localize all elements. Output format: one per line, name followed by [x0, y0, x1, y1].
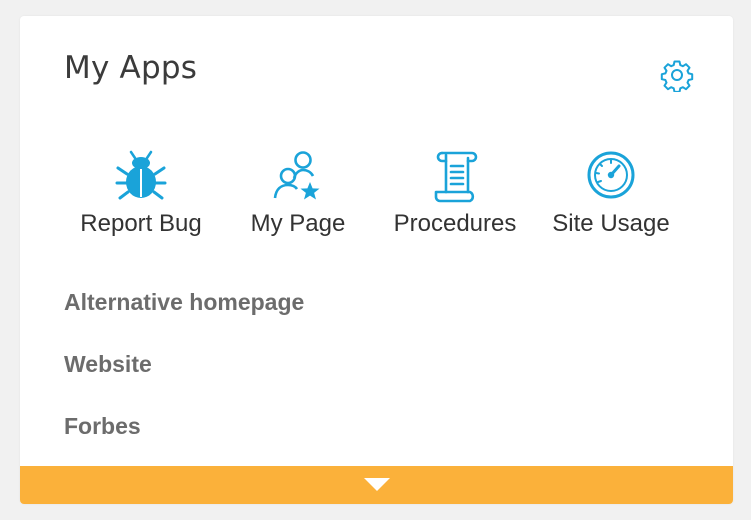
app-tile-procedures[interactable]: Procedures [380, 146, 530, 246]
app-label: Procedures [393, 210, 517, 237]
app-tile-report-bug[interactable]: Report Bug [66, 146, 216, 246]
settings-button[interactable] [660, 58, 694, 92]
link-website[interactable]: Website [64, 348, 304, 410]
link-alternative-homepage[interactable]: Alternative homepage [64, 286, 304, 348]
chevron-down-icon [364, 478, 390, 491]
expand-more-bar[interactable] [20, 466, 733, 504]
app-label: My Page [250, 210, 346, 237]
widget-title: My Apps [64, 50, 198, 86]
my-apps-widget: My Apps Report Bug My Page Procedures Si… [20, 16, 733, 504]
link-forbes[interactable]: Forbes [64, 410, 304, 472]
quick-links-list: Alternative homepage Website Forbes [64, 286, 304, 472]
bug-icon [112, 146, 170, 204]
gauge-icon [582, 146, 640, 204]
app-label: Report Bug [80, 210, 202, 237]
app-tile-site-usage[interactable]: Site Usage [536, 146, 686, 246]
users-star-icon [269, 146, 327, 204]
scroll-icon [426, 146, 484, 204]
app-tile-my-page[interactable]: My Page [223, 146, 373, 246]
app-label: Site Usage [552, 210, 670, 237]
gear-icon [660, 58, 694, 92]
